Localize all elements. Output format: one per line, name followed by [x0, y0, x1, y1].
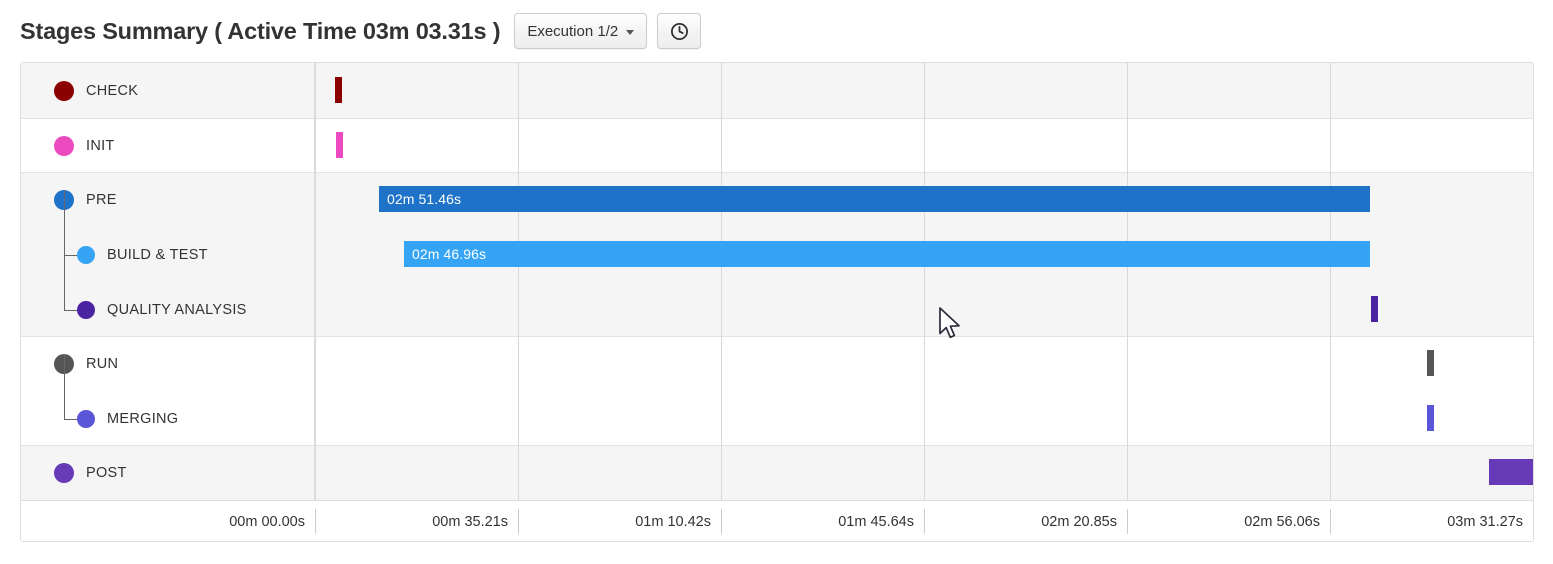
bar-build-test-label: 02m 46.96s [412, 246, 487, 262]
stage-dot-check-icon [54, 81, 74, 101]
bar-pre-label: 02m 51.46s [387, 191, 462, 207]
stage-label-quality-analysis: QUALITY ANALYSIS [107, 302, 247, 318]
timeline-plot-area: 02m 51.46s 02m 46.96s [315, 63, 1533, 500]
gridline [924, 63, 925, 500]
bar-post[interactable] [1489, 459, 1533, 485]
gridline [721, 63, 722, 500]
execution-selector-label: Execution 1/2 [527, 22, 619, 40]
gridline [1127, 63, 1128, 500]
clock-icon [670, 22, 688, 40]
stage-dot-quality-analysis-icon [77, 301, 95, 319]
page-title: Stages Summary ( Active Time 03m 03.31s … [20, 17, 501, 44]
page-header: Stages Summary ( Active Time 03m 03.31s … [0, 0, 1553, 62]
sidebar-item-post[interactable]: POST [21, 459, 348, 487]
bar-pre[interactable]: 02m 51.46s [379, 186, 1370, 212]
timeline-axis: 00m 00.00s 00m 35.21s 01m 10.42s 01m 45.… [21, 500, 1533, 541]
stage-label-check: CHECK [86, 83, 139, 99]
sidebar-item-run[interactable]: RUN [21, 350, 348, 378]
tree-connector-horizontal-build-test [64, 255, 77, 256]
sidebar-item-init[interactable]: INIT [21, 132, 348, 160]
stage-label-column: CHECK INIT PRE BUILD & TEST QUALITY ANAL… [21, 63, 315, 500]
bar-merging[interactable] [1427, 405, 1434, 431]
stage-dot-merging-icon [77, 410, 95, 428]
axis-tick-label: 02m 20.85s [1041, 513, 1117, 530]
bar-build-test[interactable]: 02m 46.96s [404, 241, 1370, 267]
stage-dot-post-icon [54, 463, 74, 483]
stage-label-merging: MERGING [107, 411, 179, 427]
stages-timeline-panel: 02m 51.46s 02m 46.96s CHECK INIT PRE BUI… [20, 62, 1534, 542]
axis-tick-label: 02m 56.06s [1244, 513, 1320, 530]
bar-quality-analysis[interactable] [1371, 296, 1378, 322]
execution-selector-button[interactable]: Execution 1/2 [514, 13, 648, 49]
tree-connector-horizontal-quality-analysis [64, 310, 77, 311]
gridline [518, 63, 519, 500]
stage-label-init: INIT [86, 138, 115, 154]
sidebar-item-check[interactable]: CHECK [21, 77, 348, 105]
axis-tick-label: 01m 45.64s [838, 513, 914, 530]
timeline-rows: 02m 51.46s 02m 46.96s CHECK INIT PRE BUI… [21, 63, 1533, 500]
axis-tick-label: 00m 00.00s [229, 513, 305, 530]
sidebar-item-pre[interactable]: PRE [21, 186, 348, 214]
stage-label-run: RUN [86, 356, 119, 372]
gridline [315, 63, 316, 500]
axis-tick-label: 00m 35.21s [432, 513, 508, 530]
stage-label-post: POST [86, 465, 127, 481]
axis-tick-label: 01m 10.42s [635, 513, 711, 530]
axis-tick-label: 03m 31.27s [1447, 513, 1523, 530]
tree-connector-horizontal-merging [64, 419, 77, 420]
tree-connector-vertical-pre [64, 190, 65, 311]
gridline [1330, 63, 1331, 500]
stage-dot-init-icon [54, 136, 74, 156]
stage-label-build-test: BUILD & TEST [107, 247, 208, 263]
bar-run[interactable] [1427, 350, 1434, 376]
chevron-down-icon [626, 29, 635, 35]
history-clock-button[interactable] [657, 13, 702, 49]
stage-dot-build-test-icon [77, 246, 95, 264]
stage-label-pre: PRE [86, 192, 117, 208]
tree-connector-vertical-run [64, 354, 65, 420]
